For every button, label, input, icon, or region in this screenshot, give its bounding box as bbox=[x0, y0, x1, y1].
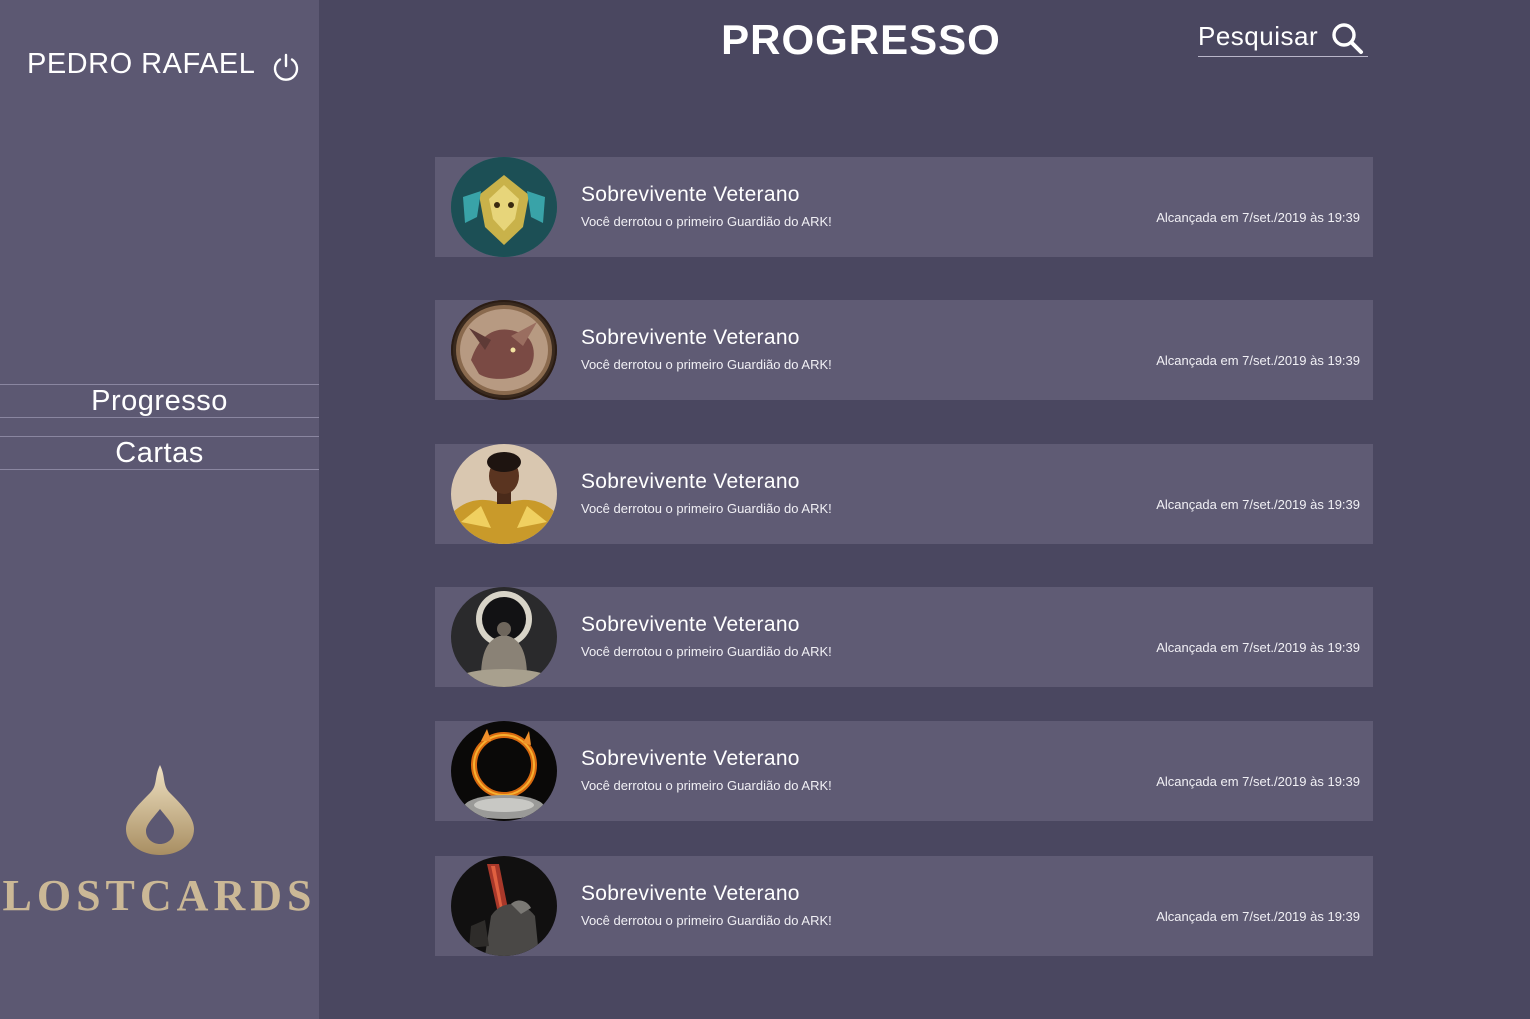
search-icon[interactable] bbox=[1330, 21, 1364, 55]
achievement-card[interactable]: Sobrevivente Veterano Você derrotou o pr… bbox=[435, 856, 1373, 956]
nav-item-progresso[interactable]: Progresso bbox=[0, 384, 319, 418]
achievement-card[interactable]: Sobrevivente Veterano Você derrotou o pr… bbox=[435, 157, 1373, 257]
user-name: PEDRO RAFAEL bbox=[27, 48, 256, 80]
achievement-date: Alcançada em 7/set./2019 às 19:39 bbox=[1156, 353, 1360, 368]
power-icon[interactable] bbox=[271, 52, 301, 82]
achievement-card[interactable]: Sobrevivente Veterano Você derrotou o pr… bbox=[435, 444, 1373, 544]
achievement-description: Você derrotou o primeiro Guardião do ARK… bbox=[581, 357, 832, 372]
achievement-date: Alcançada em 7/set./2019 às 19:39 bbox=[1156, 909, 1360, 924]
achievement-description: Você derrotou o primeiro Guardião do ARK… bbox=[581, 778, 832, 793]
achievement-date: Alcançada em 7/set./2019 às 19:39 bbox=[1156, 640, 1360, 655]
golden-armor-avatar bbox=[451, 444, 557, 544]
achievement-title: Sobrevivente Veterano bbox=[581, 613, 800, 636]
achievement-title: Sobrevivente Veterano bbox=[581, 183, 800, 206]
mask-avatar bbox=[451, 157, 557, 257]
flame-drop-icon bbox=[126, 765, 194, 855]
achievement-description: Você derrotou o primeiro Guardião do ARK… bbox=[581, 913, 832, 928]
achievement-card[interactable]: Sobrevivente Veterano Você derrotou o pr… bbox=[435, 587, 1373, 687]
brand-logo-text: LOSTCARDS bbox=[2, 871, 317, 920]
dragon-avatar bbox=[451, 300, 557, 400]
achievement-title: Sobrevivente Veterano bbox=[581, 326, 800, 349]
achievement-title: Sobrevivente Veterano bbox=[581, 882, 800, 905]
achievement-date: Alcançada em 7/set./2019 às 19:39 bbox=[1156, 210, 1360, 225]
page-title: PROGRESSO bbox=[721, 16, 1001, 63]
achievement-card[interactable]: Sobrevivente Veterano Você derrotou o pr… bbox=[435, 721, 1373, 821]
knight-sword-avatar bbox=[451, 856, 557, 956]
achievement-description: Você derrotou o primeiro Guardião do ARK… bbox=[581, 214, 832, 229]
search-field[interactable]: Pesquisar bbox=[1198, 17, 1368, 57]
search-label[interactable]: Pesquisar bbox=[1198, 21, 1318, 52]
achievement-date: Alcançada em 7/set./2019 às 19:39 bbox=[1156, 497, 1360, 512]
nav-item-cartas[interactable]: Cartas bbox=[0, 436, 319, 470]
achievement-card[interactable]: Sobrevivente Veterano Você derrotou o pr… bbox=[435, 300, 1373, 400]
achievement-title: Sobrevivente Veterano bbox=[581, 747, 800, 770]
achievement-description: Você derrotou o primeiro Guardião do ARK… bbox=[581, 644, 832, 659]
sidebar: PEDRO RAFAEL Progresso Cartas LOSTCARDS bbox=[0, 0, 319, 1019]
fire-ring-avatar bbox=[451, 721, 557, 821]
eclipse-figure-avatar bbox=[451, 587, 557, 687]
achievement-date: Alcançada em 7/set./2019 às 19:39 bbox=[1156, 774, 1360, 789]
achievement-description: Você derrotou o primeiro Guardião do ARK… bbox=[581, 501, 832, 516]
achievement-title: Sobrevivente Veterano bbox=[581, 470, 800, 493]
